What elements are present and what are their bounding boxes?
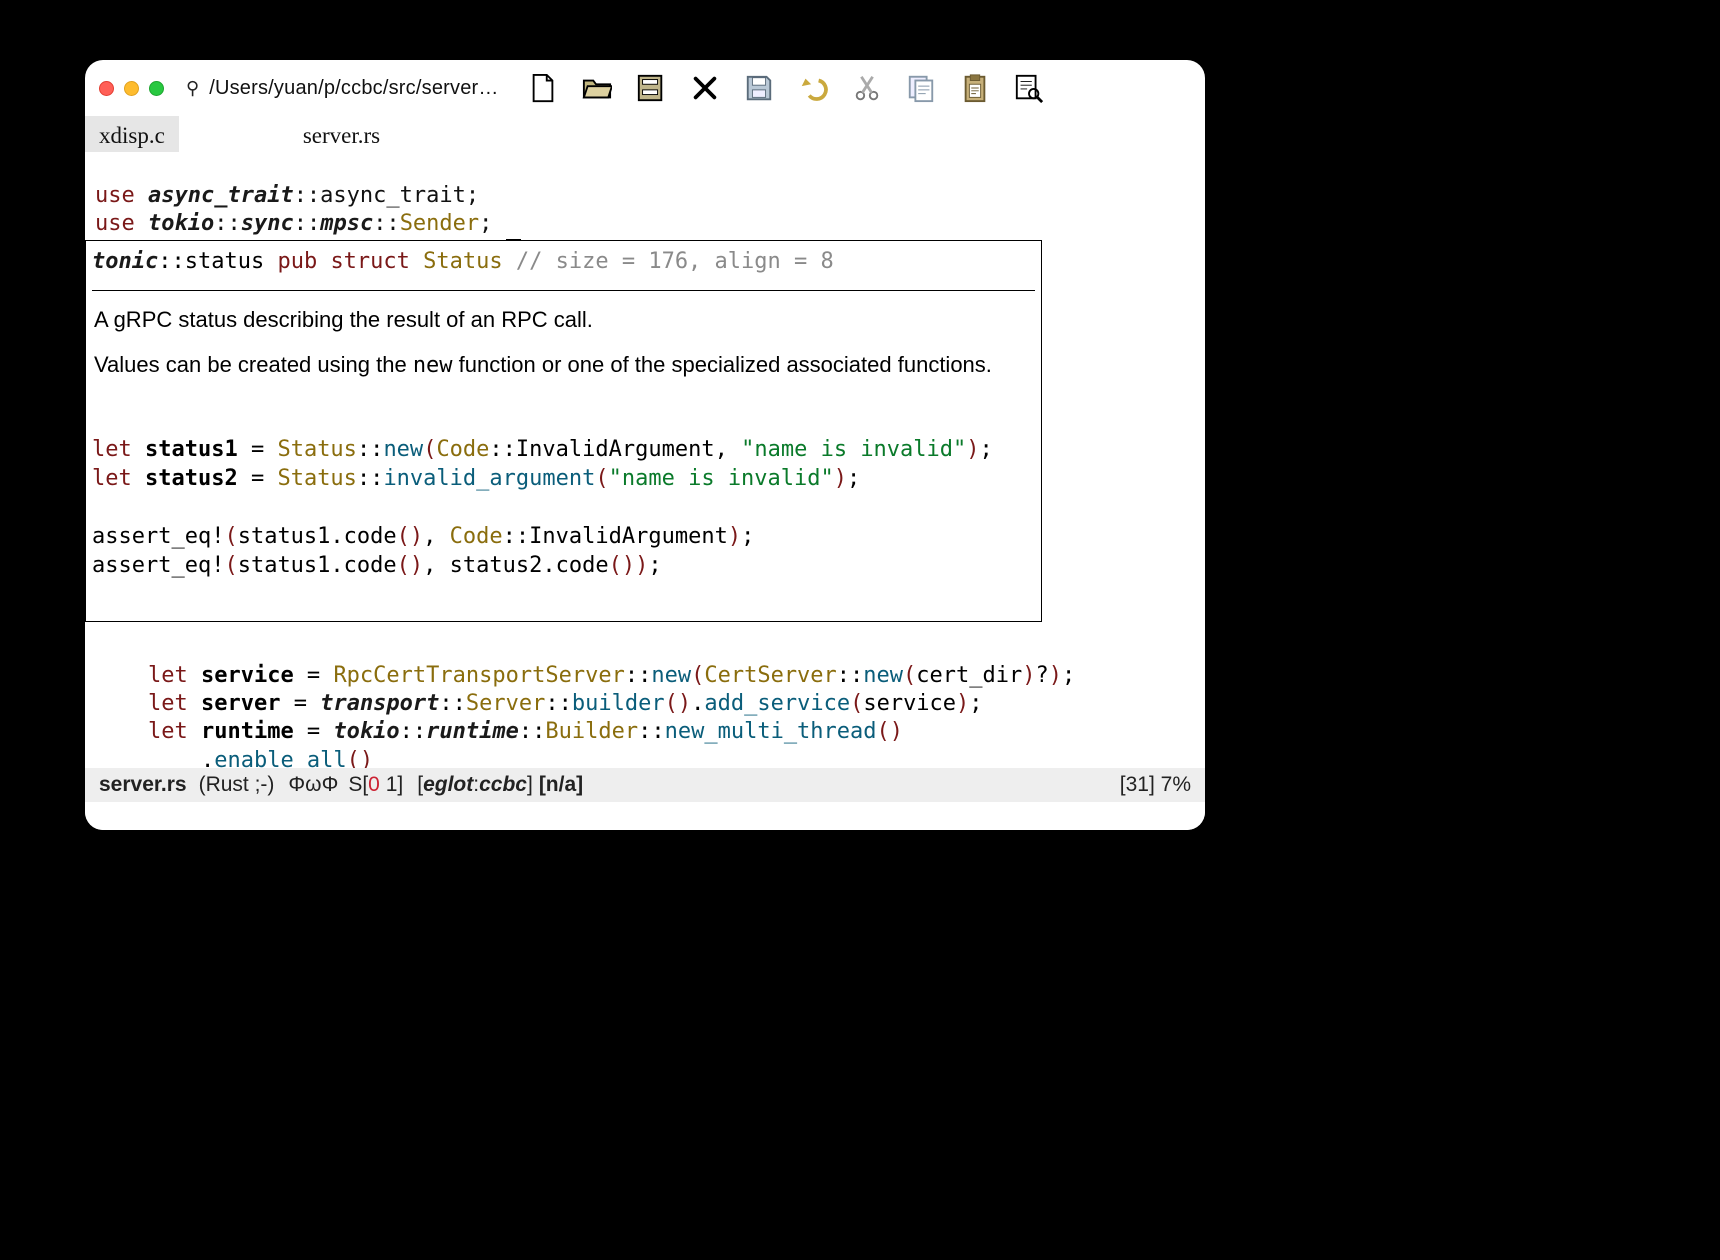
find-icon[interactable] (1013, 72, 1045, 104)
doc-code-snippet: let status1 = Status::new(Code::InvalidA… (92, 406, 1035, 609)
ml-eglot-status: [eglot:ccbc] (417, 773, 533, 797)
save-all-icon[interactable] (635, 72, 667, 104)
emacs-frame: ⚲ /Users/yuan/p/ccbc/src/server… (85, 60, 1205, 830)
copy-icon[interactable] (905, 72, 937, 104)
open-folder-icon[interactable] (581, 72, 613, 104)
keyword: use (95, 211, 148, 236)
module: mpsc (320, 211, 373, 236)
keyword: struct (330, 249, 423, 274)
minimize-window-button[interactable] (124, 81, 139, 96)
tab-label: server.rs (303, 123, 380, 149)
module: async_trait (148, 183, 294, 208)
zoom-window-button[interactable] (149, 81, 164, 96)
save-icon[interactable] (743, 72, 775, 104)
ml-major-mode: (Rust ;-) (199, 773, 275, 797)
module: tonic (92, 249, 158, 274)
type: Status (423, 249, 516, 274)
doc-text: A gRPC status describing the result of a… (92, 301, 1035, 406)
doc-paragraph: A gRPC status describing the result of a… (94, 305, 1033, 336)
ml-buffer-name: server.rs (99, 773, 187, 797)
comment: // size = 176, align = 8 (516, 249, 834, 274)
toolbar (527, 72, 1045, 104)
new-file-icon[interactable] (527, 72, 559, 104)
paste-icon[interactable] (959, 72, 991, 104)
modeline[interactable]: server.rs (Rust ;-) ΦωΦ S[0 1] [eglot:cc… (85, 768, 1205, 802)
cut-icon[interactable] (851, 72, 883, 104)
ml-diagnostics: S[0 1] (348, 773, 403, 797)
ml-position: [31] 7% (1120, 773, 1191, 797)
traffic-lights (99, 81, 164, 96)
doc-paragraph: Values can be created using the new func… (94, 350, 1033, 382)
tab-server-rs[interactable]: server.rs (289, 116, 394, 152)
tab-label: xdisp.c (99, 123, 165, 149)
keyword: pub (277, 249, 330, 274)
close-window-button[interactable] (99, 81, 114, 96)
tab-xdisp-c[interactable]: xdisp.c (85, 116, 179, 152)
titlebar: ⚲ /Users/yuan/p/ccbc/src/server… (85, 60, 1205, 116)
code-text: ::async_trait; (294, 183, 479, 208)
type: Sender (400, 211, 479, 236)
vc-status-icon: ⚲ (186, 78, 199, 99)
keyword: use (95, 183, 148, 208)
module: tokio (148, 211, 214, 236)
module: sync (241, 211, 294, 236)
ml-cat-icon: ΦωΦ (288, 773, 338, 797)
close-icon[interactable] (689, 72, 721, 104)
minibuffer[interactable] (85, 802, 1205, 830)
window-title: /Users/yuan/p/ccbc/src/server… (209, 77, 498, 100)
buffer-tabs: xdisp.c server.rs (85, 116, 1205, 152)
lsp-hover-popup: tonic::status pub struct Status // size … (85, 240, 1042, 622)
ml-na: [n/a] (539, 773, 583, 797)
undo-icon[interactable] (797, 72, 829, 104)
divider (92, 290, 1035, 291)
